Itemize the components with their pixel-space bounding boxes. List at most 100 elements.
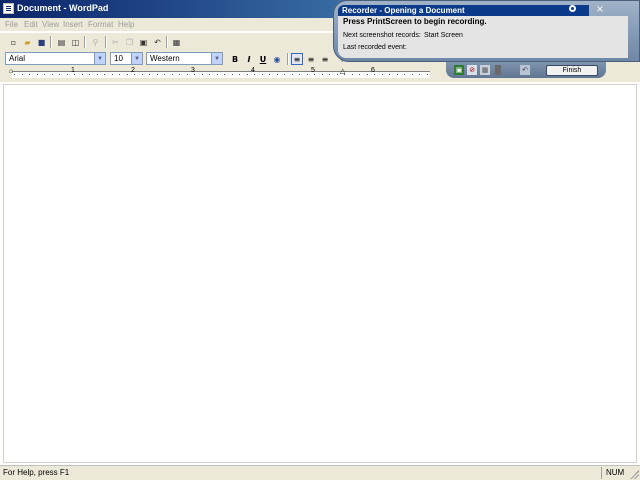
ruler-tick: [284, 74, 285, 75]
open-icon[interactable]: ▰: [21, 36, 34, 48]
recorder-controls: ▣ ⊘ ▦ ↶ Finish: [446, 62, 606, 78]
undo-icon[interactable]: ↶: [151, 36, 164, 48]
ruler-tick: [104, 74, 105, 75]
chevron-down-icon[interactable]: ▼: [131, 53, 142, 64]
ruler-tick: [59, 74, 60, 75]
status-bar: For Help, press F1 NUM: [0, 465, 640, 480]
color-icon[interactable]: ◉: [271, 53, 283, 65]
ruler-tick: [314, 74, 315, 75]
ruler-tick: [306, 74, 308, 75]
ruler-tick: [89, 74, 90, 75]
copy-icon[interactable]: ❐: [123, 36, 136, 48]
ruler-tick: [201, 74, 203, 75]
toolbar-separator: [84, 36, 86, 48]
ruler-tick: [179, 74, 180, 75]
chevron-down-icon[interactable]: ▼: [211, 53, 222, 64]
ruler-number: 2: [131, 67, 135, 74]
menu-file[interactable]: File: [5, 20, 18, 29]
italic-icon[interactable]: I: [243, 53, 255, 65]
menu-view[interactable]: View: [42, 20, 59, 29]
resize-grip-icon[interactable]: [630, 470, 639, 479]
font-size-value: 10: [114, 54, 123, 63]
align-center-icon[interactable]: ≡: [305, 53, 317, 65]
toolbar-separator: [287, 53, 289, 65]
ruler-tick: [194, 74, 195, 75]
ruler-tick: [374, 74, 375, 75]
ruler-tick: [344, 74, 345, 75]
script-select[interactable]: Western ▼: [146, 52, 223, 65]
recorder-body: Press PrintScreen to begin recording. Ne…: [338, 16, 628, 58]
next-screenshot-value: Start Screen: [424, 32, 463, 39]
ruler-tick: [291, 74, 293, 75]
ruler-tick: [389, 74, 390, 75]
ruler-tick: [141, 74, 143, 75]
menu-help[interactable]: Help: [118, 20, 134, 29]
ruler-tick: [14, 74, 15, 75]
capture-icon[interactable]: ▣: [454, 65, 464, 75]
new-icon[interactable]: ▫: [7, 36, 20, 48]
ruler-tick: [111, 74, 113, 75]
ruler-tick: [21, 74, 23, 75]
ruler-tick: [419, 74, 420, 75]
toolbar-separator: [105, 36, 107, 48]
menu-insert[interactable]: Insert: [63, 20, 83, 29]
finish-button[interactable]: Finish: [546, 65, 598, 76]
ruler-tick: [336, 74, 338, 75]
print-preview-icon[interactable]: ◫: [69, 36, 82, 48]
align-right-icon[interactable]: ≡: [319, 53, 331, 65]
window-icon[interactable]: ▦: [480, 65, 490, 75]
ruler-tick: [126, 74, 128, 75]
ruler-tick: [299, 74, 300, 75]
wordpad-icon[interactable]: [3, 3, 14, 14]
ruler-tick: [224, 74, 225, 75]
ruler-tick: [74, 74, 75, 75]
ruler-tick: [246, 74, 248, 75]
ruler-number: 5: [311, 67, 315, 74]
ruler-tick: [254, 74, 255, 75]
paste-icon[interactable]: ▣: [137, 36, 150, 48]
no-capture-icon[interactable]: ⊘: [467, 65, 477, 75]
ruler-tick: [239, 74, 240, 75]
indent-marker-icon[interactable]: ⌂: [9, 68, 13, 75]
status-help: For Help, press F1: [3, 468, 70, 477]
ruler-tick: [366, 74, 368, 75]
menu-edit[interactable]: Edit: [24, 20, 38, 29]
toolbar-separator: [50, 36, 52, 48]
close-icon[interactable]: ×: [594, 4, 606, 15]
ruler-number: 3: [191, 67, 195, 74]
cut-icon[interactable]: ✂: [109, 36, 122, 48]
chevron-down-icon[interactable]: ▼: [94, 53, 105, 64]
bold-icon[interactable]: B: [229, 53, 241, 65]
find-icon[interactable]: ⚲: [89, 36, 102, 48]
document-area[interactable]: [3, 84, 637, 463]
ruler-tick: [51, 74, 53, 75]
ruler-tick: [149, 74, 150, 75]
toolbar-separator: [166, 36, 168, 48]
ruler-tick: [381, 74, 383, 75]
align-left-icon[interactable]: ≡: [291, 53, 303, 65]
ruler-tick: [231, 74, 233, 75]
ruler-tick: [216, 74, 218, 75]
ruler-tick: [276, 74, 278, 75]
save-icon[interactable]: ■: [35, 36, 48, 48]
print-icon[interactable]: ▤: [55, 36, 68, 48]
font-select[interactable]: Arial ▼: [5, 52, 106, 65]
menu-format[interactable]: Format: [88, 20, 113, 29]
stop-icon[interactable]: [495, 65, 501, 75]
window-title: Document - WordPad: [17, 3, 109, 13]
script-value: Western: [150, 54, 180, 63]
undo-record-icon[interactable]: ↶: [520, 65, 530, 75]
ruler-number: 6: [371, 67, 375, 74]
ruler-tick: [36, 74, 38, 75]
font-size-select[interactable]: 10 ▼: [110, 52, 143, 65]
ruler-tick: [351, 74, 353, 75]
ruler-tick: [81, 74, 83, 75]
ruler-tick: [186, 74, 188, 75]
ruler-tick: [269, 74, 270, 75]
underline-icon[interactable]: U: [257, 53, 269, 65]
font-value: Arial: [9, 54, 26, 63]
date-time-icon[interactable]: ▦: [170, 36, 183, 48]
recorder-panel: Recorder - Opening a Document × Press Pr…: [333, 0, 640, 62]
ruler-tick: [164, 74, 165, 75]
ruler-tick: [329, 74, 330, 75]
